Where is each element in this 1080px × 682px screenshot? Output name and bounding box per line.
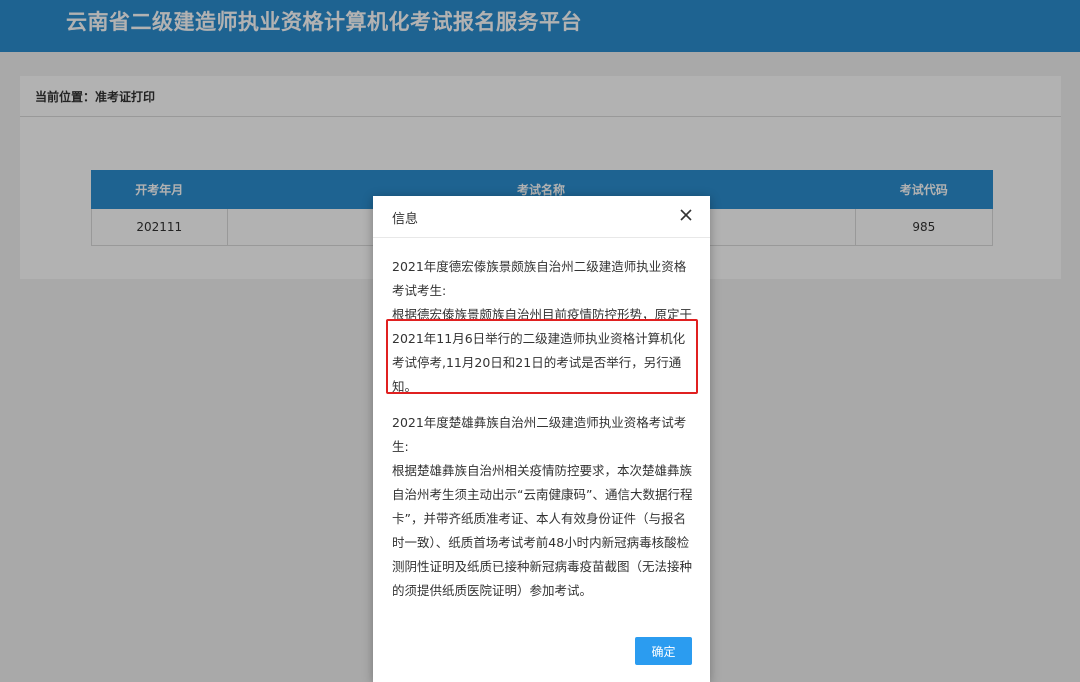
ok-button[interactable]: 确定 [635, 637, 692, 665]
close-icon[interactable] [676, 205, 696, 225]
notice-dehong: 2021年度德宏傣族景颇族自治州二级建造师执业资格考试考生: 根据德宏傣族景颇族… [392, 259, 693, 394]
dialog-body: 2021年度德宏傣族景颇族自治州二级建造师执业资格考试考生: 根据德宏傣族景颇族… [392, 255, 694, 603]
info-dialog: 信息 2021年度德宏傣族景颇族自治州二级建造师执业资格考试考生: 根据德宏傣族… [373, 196, 710, 682]
page: 云南省二级建造师执业资格计算机化考试报名服务平台 当前位置：准考证打印 开考年月… [0, 0, 1080, 682]
dialog-header: 信息 [373, 196, 710, 238]
notice-chuxiong: 2021年度楚雄彝族自治州二级建造师执业资格考试考生: 根据楚雄彝族自治州相关疫… [392, 415, 693, 598]
dialog-title: 信息 [392, 212, 419, 227]
